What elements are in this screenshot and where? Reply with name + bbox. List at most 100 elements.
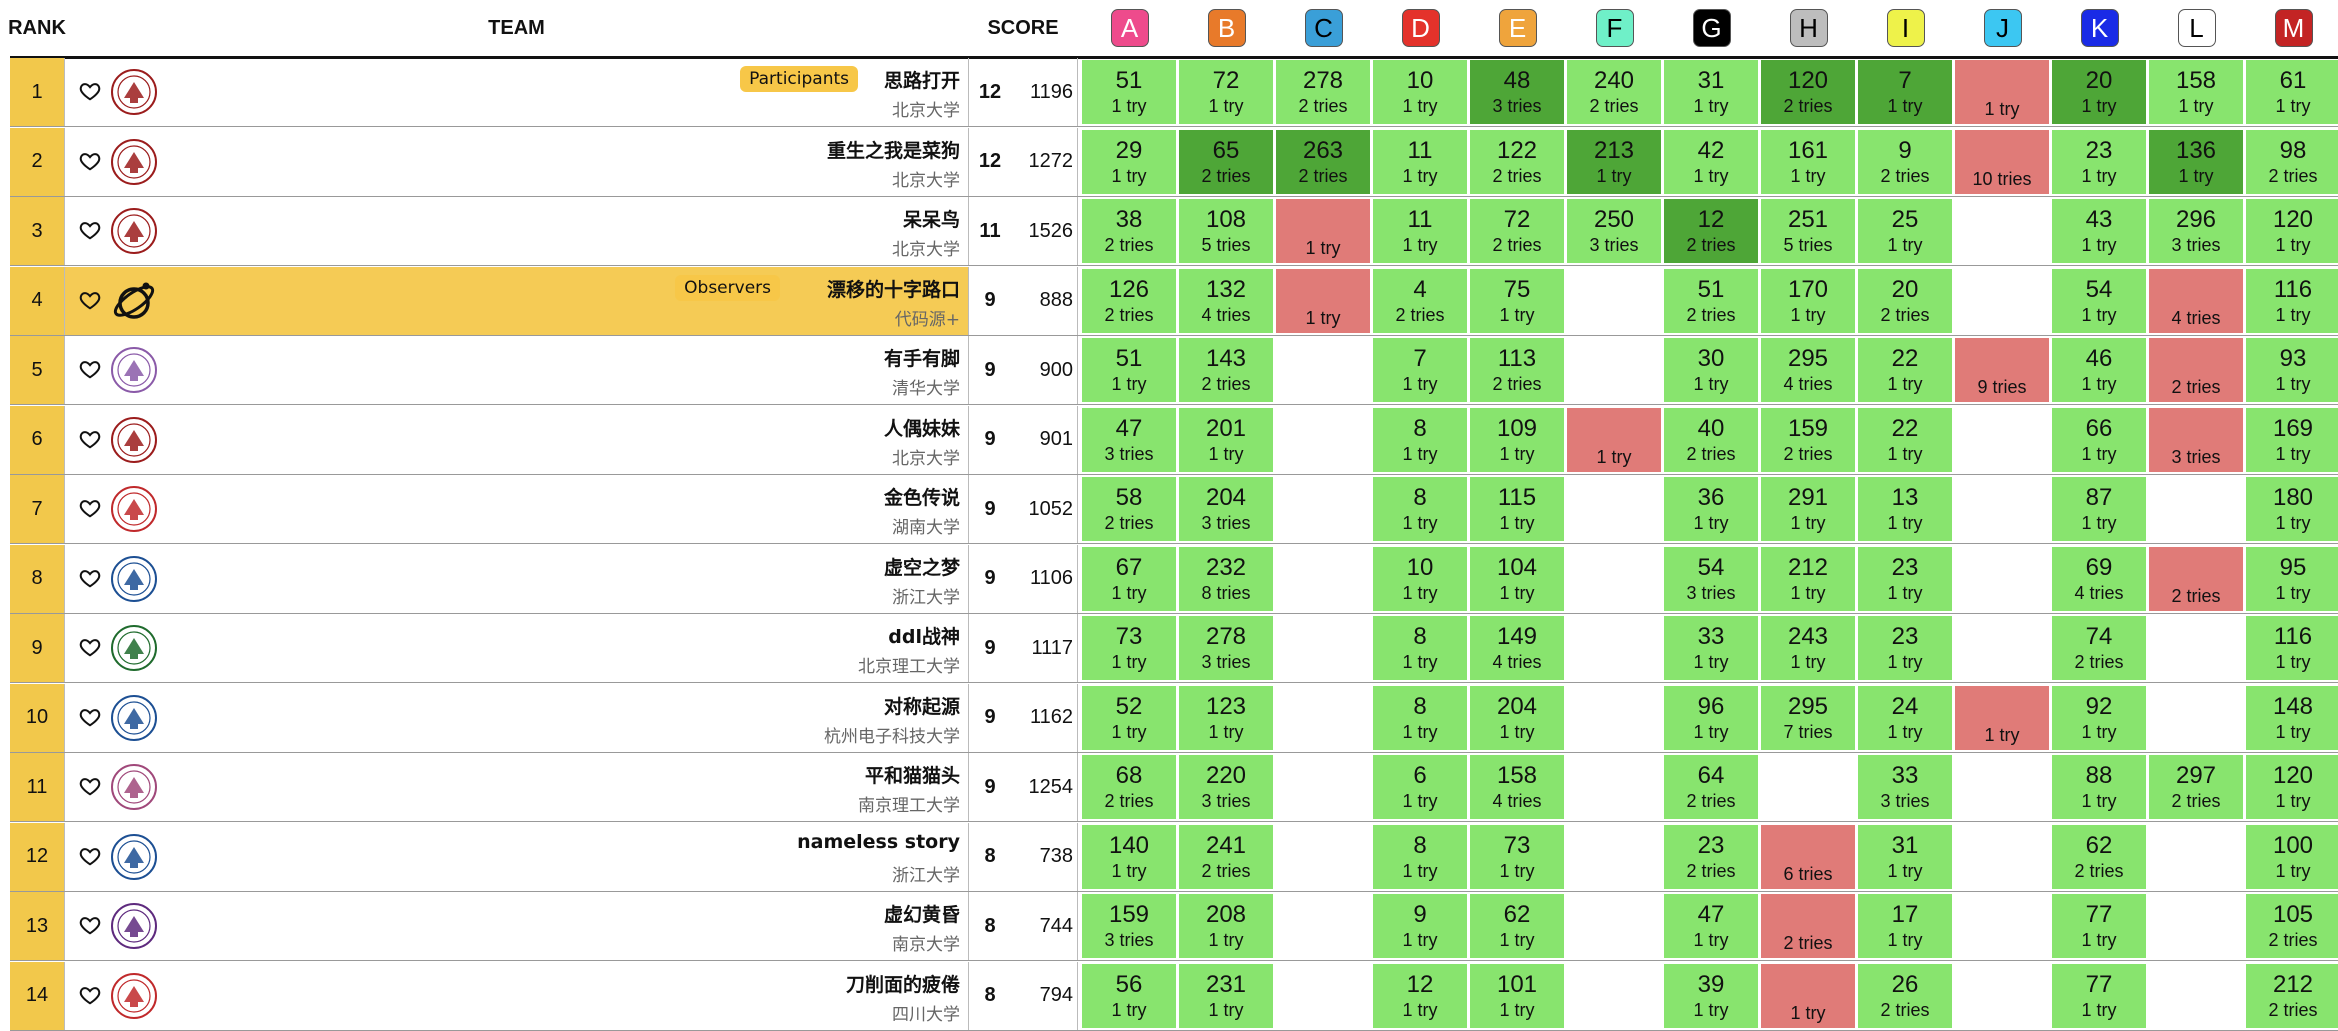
problem-cell-a[interactable]: 29 1 try <box>1082 129 1176 194</box>
problem-badge[interactable]: B <box>1207 9 1246 47</box>
problem-badge[interactable]: H <box>1789 9 1828 47</box>
observers-tag[interactable]: Observers <box>675 274 780 301</box>
problem-cell-k[interactable]: 20 1 try <box>2052 60 2146 124</box>
team-cell[interactable]: 呆呆鸟 北京大学 <box>65 197 969 265</box>
team-cell[interactable]: 有手有脚 清华大学 <box>65 336 969 404</box>
heart-icon[interactable] <box>79 984 101 1006</box>
problem-cell-e[interactable]: 72 2 tries <box>1470 199 1564 263</box>
team-cell[interactable]: 漂移的十字路口 代码源+ Observers <box>65 266 969 335</box>
heart-icon[interactable] <box>79 775 101 797</box>
problem-cell-g[interactable]: 12 2 tries <box>1664 199 1758 263</box>
problem-cell-h[interactable]: 291 1 try <box>1761 477 1855 541</box>
problem-cell-i[interactable]: 22 1 try <box>1858 407 1952 472</box>
problem-cell-d[interactable]: 11 1 try <box>1373 199 1467 263</box>
problem-cell-f[interactable]: 250 3 tries <box>1567 199 1661 263</box>
problem-cell-e[interactable]: 62 1 try <box>1470 894 1564 958</box>
problem-cell-g[interactable]: 40 2 tries <box>1664 407 1758 472</box>
problem-cell-c[interactable]: 263 2 tries <box>1276 129 1370 194</box>
problem-cell-e[interactable]: 149 4 tries <box>1470 616 1564 680</box>
problem-header-m[interactable]: M <box>2245 0 2338 56</box>
problem-cell-k[interactable]: 54 1 try <box>2052 268 2146 333</box>
problem-cell-d[interactable]: 81 try <box>1373 407 1467 472</box>
problem-cell-b[interactable]: 208 1 try <box>1179 894 1273 958</box>
team-name[interactable]: 漂移的十字路口 <box>827 275 960 302</box>
problem-cell-a[interactable]: 51 1 try <box>1082 338 1176 402</box>
problem-header-k[interactable]: K <box>2051 0 2148 56</box>
team-name[interactable]: 思路打开 <box>884 66 960 93</box>
problem-cell-h[interactable]: 212 1 try <box>1761 546 1855 611</box>
problem-cell-c[interactable]: 1 try <box>1276 199 1370 263</box>
team-row[interactable]: 14 刀削面的疲倦 四川大学 8 794 56 1 try 231 1 try 12 1 try 10… <box>10 961 2338 1031</box>
problem-badge[interactable]: F <box>1595 9 1634 47</box>
team-name[interactable]: 虚幻黄昏 <box>884 900 960 927</box>
problem-header-h[interactable]: H <box>1760 0 1857 56</box>
problem-cell-b[interactable]: 241 2 tries <box>1179 824 1273 889</box>
problem-cell-i[interactable]: 31 1 try <box>1858 824 1952 889</box>
problem-cell-k[interactable]: 77 1 try <box>2052 894 2146 958</box>
problem-cell-m[interactable]: 105 2 tries <box>2246 894 2338 958</box>
heart-icon[interactable] <box>79 289 101 311</box>
problem-cell-m[interactable]: 95 1 try <box>2246 546 2338 611</box>
problem-badge[interactable]: G <box>1692 9 1731 47</box>
problem-cell-e[interactable]: 101 1 try <box>1470 963 1564 1028</box>
problem-cell-g[interactable]: 33 1 try <box>1664 616 1758 680</box>
problem-cell-k[interactable]: 46 1 try <box>2052 338 2146 402</box>
problem-cell-d[interactable]: 11 1 try <box>1373 129 1467 194</box>
problem-header-c[interactable]: C <box>1275 0 1372 56</box>
team-row[interactable]: 1 思路打开 北京大学 Participants 12 1196 51 1 try 72 1 tr… <box>10 58 2338 127</box>
team-row[interactable]: 3 呆呆鸟 北京大学 11 1526 38 2 tries 108 5 tries 1 try 11… <box>10 197 2338 266</box>
problem-cell-m[interactable]: 148 1 try <box>2246 685 2338 750</box>
team-name[interactable]: 金色传说 <box>884 483 960 510</box>
problem-cell-b[interactable]: 204 3 tries <box>1179 477 1273 541</box>
problem-cell-i[interactable]: 20 2 tries <box>1858 268 1952 333</box>
team-cell[interactable]: 思路打开 北京大学 Participants <box>65 58 969 126</box>
problem-cell-k[interactable]: 92 1 try <box>2052 685 2146 750</box>
rank-header[interactable]: RANK <box>8 0 66 56</box>
problem-cell-e[interactable]: 158 4 tries <box>1470 755 1564 819</box>
problem-cell-f[interactable]: 213 1 try <box>1567 129 1661 194</box>
problem-cell-m[interactable]: 116 1 try <box>2246 616 2338 680</box>
problem-cell-f[interactable]: 1 try <box>1567 407 1661 472</box>
heart-icon[interactable] <box>79 636 101 658</box>
problem-cell-b[interactable]: 278 3 tries <box>1179 616 1273 680</box>
problem-cell-h[interactable]: 6 tries <box>1761 824 1855 889</box>
problem-cell-i[interactable]: 13 1 try <box>1858 477 1952 541</box>
team-name[interactable]: nameless story <box>797 831 960 853</box>
problem-badge[interactable]: L <box>2177 9 2216 47</box>
problem-cell-d[interactable]: 61 try <box>1373 755 1467 819</box>
problem-cell-m[interactable]: 169 1 try <box>2246 407 2338 472</box>
team-row[interactable]: 10 对称起源 杭州电子科技大学 9 1162 52 1 try 123 1 try 8 1 try… <box>10 683 2338 753</box>
problem-cell-d[interactable]: 81 try <box>1373 824 1467 889</box>
problem-cell-a[interactable]: 56 1 try <box>1082 963 1176 1028</box>
problem-header-b[interactable]: B <box>1178 0 1275 56</box>
heart-icon[interactable] <box>79 497 101 519</box>
team-cell[interactable]: 金色传说 湖南大学 <box>65 475 969 543</box>
problem-cell-b[interactable]: 220 3 tries <box>1179 755 1273 819</box>
problem-cell-j[interactable]: 9 tries <box>1955 338 2049 402</box>
problem-cell-b[interactable]: 72 1 try <box>1179 60 1273 124</box>
problem-cell-m[interactable]: 61 1 try <box>2246 60 2338 124</box>
problem-header-d[interactable]: D <box>1372 0 1469 56</box>
heart-icon[interactable] <box>79 358 101 380</box>
problem-cell-e[interactable]: 75 1 try <box>1470 268 1564 333</box>
problem-cell-c[interactable]: 1 try <box>1276 268 1370 333</box>
team-row[interactable]: 6 人偶妹妹 北京大学 9 901 47 3 tries 201 1 try 8 1 try 109 1… <box>10 405 2338 475</box>
problem-cell-l[interactable]: 297 2 tries <box>2149 755 2243 819</box>
problem-cell-l[interactable]: 4 tries <box>2149 268 2243 333</box>
problem-header-l[interactable]: L <box>2148 0 2245 56</box>
team-name[interactable]: 呆呆鸟 <box>903 205 960 232</box>
problem-cell-h[interactable]: 295 4 tries <box>1761 338 1855 402</box>
problem-cell-b[interactable]: 108 5 tries <box>1179 199 1273 263</box>
team-cell[interactable]: ddl战神 北京理工大学 <box>65 614 969 682</box>
problem-cell-k[interactable]: 62 2 tries <box>2052 824 2146 889</box>
problem-cell-d[interactable]: 81 try <box>1373 685 1467 750</box>
problem-cell-l[interactable]: 158 1 try <box>2149 60 2243 124</box>
problem-cell-h[interactable]: 120 2 tries <box>1761 60 1855 124</box>
problem-cell-g[interactable]: 23 2 tries <box>1664 824 1758 889</box>
problem-cell-i[interactable]: 26 2 tries <box>1858 963 1952 1028</box>
problem-cell-e[interactable]: 109 1 try <box>1470 407 1564 472</box>
problem-cell-d[interactable]: 10 1 try <box>1373 546 1467 611</box>
problem-badge[interactable]: I <box>1886 9 1925 47</box>
team-cell[interactable]: 对称起源 杭州电子科技大学 <box>65 683 969 752</box>
problem-badge[interactable]: M <box>2274 9 2313 47</box>
